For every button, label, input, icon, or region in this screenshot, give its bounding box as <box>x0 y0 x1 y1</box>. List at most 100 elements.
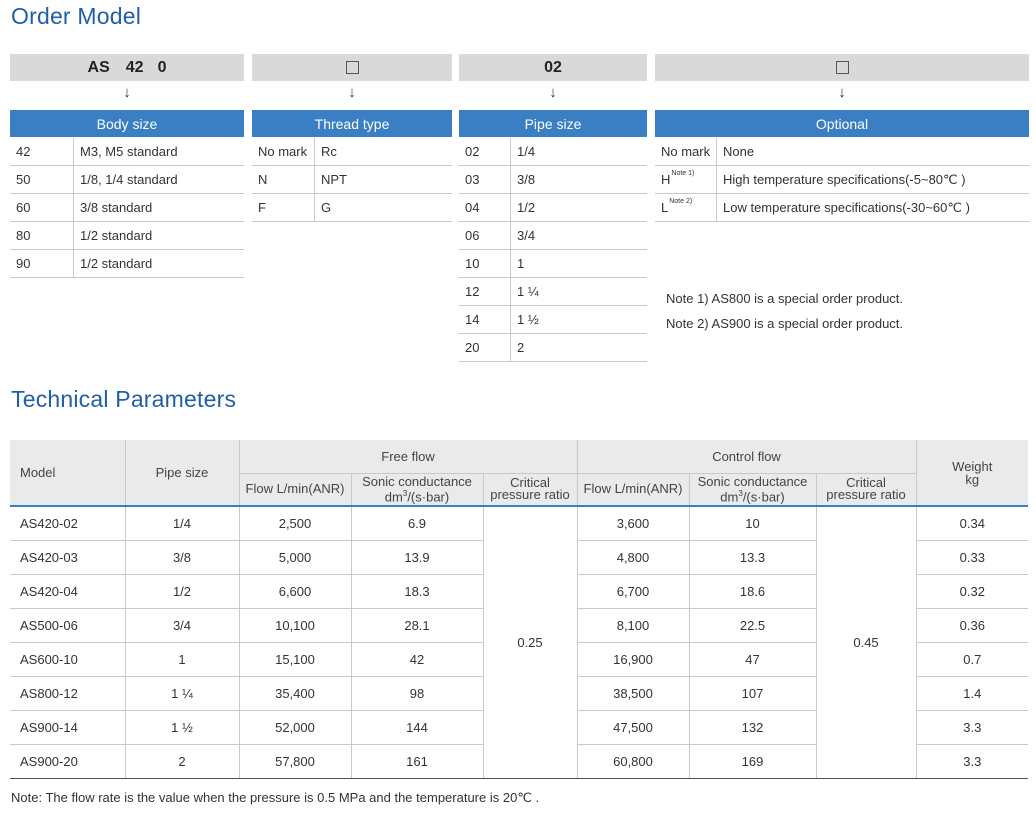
weight-cell: 3.3 <box>915 744 1029 779</box>
free-flow-cell: 5,000 <box>238 540 351 575</box>
free-flow-cell: 35,400 <box>238 676 351 711</box>
order-code-thread <box>252 54 452 81</box>
code-text: H <box>661 172 671 187</box>
thread-type-header: Thread type <box>252 110 452 137</box>
desc-cell: High temperature specifications(-5~80℃ ) <box>716 165 1029 194</box>
pipe-size-cell: 3/4 <box>124 608 239 643</box>
model-cell: AS900-14 <box>10 710 125 745</box>
model-cell: AS420-03 <box>10 540 125 575</box>
free-sonic-cell: 28.1 <box>350 608 483 643</box>
code-cell: 50 <box>10 165 74 194</box>
pressure-ratio-label: pressure ratio <box>826 487 906 503</box>
code-cell: 10 <box>459 249 511 278</box>
code-cell: 04 <box>459 193 511 222</box>
desc-cell: 1 ½ <box>510 305 647 334</box>
weight-cell: 3.3 <box>915 710 1029 745</box>
unit-b: /(s·bar) <box>742 488 785 504</box>
free-sonic-cell: 161 <box>350 744 483 779</box>
desc-cell: 1 ¼ <box>510 277 647 306</box>
code-cell: LNote 2) <box>655 193 717 222</box>
control-flow-cell: 47,500 <box>576 710 689 745</box>
table-row: 42 M3, M5 standard <box>10 138 244 166</box>
pipe-size-cell: 1 ½ <box>124 710 239 745</box>
code-cell: HNote 1) <box>655 165 717 194</box>
code-cell: 03 <box>459 165 511 194</box>
note-1: Note 1) AS800 is a special order product… <box>666 291 904 306</box>
weight-header: Weight kg <box>915 440 1029 506</box>
pipe-size-cell: 1 ¼ <box>124 676 239 711</box>
model-cell: AS420-02 <box>10 506 125 541</box>
free-critical-cell: 0.25 <box>482 506 577 779</box>
desc-cell: None <box>716 138 1029 166</box>
table-row: FG <box>252 193 452 222</box>
table-row: 60 3/8 standard <box>10 193 244 222</box>
desc-cell: G <box>314 193 452 222</box>
control-flow-header: Control flow <box>576 440 917 474</box>
weight-cell: 0.32 <box>915 574 1029 609</box>
free-sonic-cell: 42 <box>350 642 483 677</box>
model-cell: AS600-10 <box>10 642 125 677</box>
control-flow-cell: 60,800 <box>576 744 689 779</box>
model-header: Model <box>10 440 126 506</box>
free-sonic-cell: 6.9 <box>350 506 483 541</box>
control-flow-cell: 3,600 <box>576 506 689 541</box>
table-row: 03 3/8 <box>459 165 647 194</box>
model-cell: AS420-04 <box>10 574 125 609</box>
thread-type-table: No mark Rc N NPT FG <box>252 138 452 222</box>
control-flow-cell: 38,500 <box>576 676 689 711</box>
table-row: 20 2 <box>459 333 647 362</box>
model-cell: AS800-12 <box>10 676 125 711</box>
down-arrow-icon: ↓ <box>838 84 846 101</box>
pipe-size-table: 02 1/4 03 3/8 04 1/2 06 3/4 10 1 12 1 ¼ 14 1 ½ … <box>459 138 647 362</box>
table-row: 12 1 ¼ <box>459 277 647 306</box>
control-sonic-cell: 22.5 <box>688 608 816 643</box>
control-flow-cell: 6,700 <box>576 574 689 609</box>
desc-cell: 2 <box>510 333 647 362</box>
free-sonic-header: Sonic conductance dm3/(s·bar) <box>350 473 484 506</box>
weight-cell: 0.36 <box>915 608 1029 643</box>
table-row: No mark Rc <box>252 138 452 166</box>
code-cell: 90 <box>10 249 74 278</box>
control-sonic-cell: 10 <box>688 506 816 541</box>
weight-unit: kg <box>965 471 980 487</box>
free-flow-rate-header: Flow L/min(ANR) <box>238 473 352 506</box>
table-row: 02 1/4 <box>459 138 647 166</box>
blank-box-icon <box>835 61 849 74</box>
table-row: 50 1/8, 1/4 standard <box>10 165 244 194</box>
order-code-optional <box>655 54 1029 81</box>
code-cell: 20 <box>459 333 511 362</box>
free-flow-cell: 2,500 <box>238 506 351 541</box>
footnote: Note: The flow rate is the value when th… <box>11 790 540 805</box>
note-ref: Note 1) <box>671 170 695 177</box>
code-cell: 14 <box>459 305 511 334</box>
code-cell: 02 <box>459 138 511 166</box>
table-row: 10 1 <box>459 249 647 278</box>
table-row: 06 3/4 <box>459 221 647 250</box>
order-code-suffix: 0 <box>157 58 167 76</box>
free-sonic-cell: 18.3 <box>350 574 483 609</box>
code-cell: 06 <box>459 221 511 250</box>
free-flow-header: Free flow <box>238 440 578 474</box>
pressure-ratio-label: pressure ratio <box>490 487 570 503</box>
table-row: 80 1/2 standard <box>10 221 244 250</box>
unit-b: /(s·bar) <box>407 488 450 504</box>
table-row: AS420-02 1/4 2,500 6.9 0.25 3,600 10 0.45 0.34 <box>10 506 1029 779</box>
control-sonic-cell: 169 <box>688 744 816 779</box>
desc-cell: Rc <box>314 138 452 166</box>
control-critical-header: Critical pressure ratio <box>815 473 917 506</box>
control-sonic-cell: 18.6 <box>688 574 816 609</box>
free-flow-cell: 15,100 <box>238 642 351 677</box>
down-arrow-icon: ↓ <box>348 84 356 101</box>
header-row: Model Pipe size Free flow Control flow W… <box>10 440 1029 506</box>
note-ref: Note 2) <box>669 198 693 205</box>
free-sonic-cell: 144 <box>350 710 483 745</box>
optional-table: No mark None HNote 1) High temperature s… <box>655 138 1029 222</box>
free-flow-cell: 57,800 <box>238 744 351 779</box>
free-flow-cell: 52,000 <box>238 710 351 745</box>
sonic-label: Sonic conductance <box>362 473 472 489</box>
weight-cell: 1.4 <box>915 676 1029 711</box>
code-text: L <box>661 200 669 215</box>
unit-a: dm <box>384 488 403 504</box>
free-critical-header: Critical pressure ratio <box>482 473 578 506</box>
control-sonic-cell: 132 <box>688 710 816 745</box>
